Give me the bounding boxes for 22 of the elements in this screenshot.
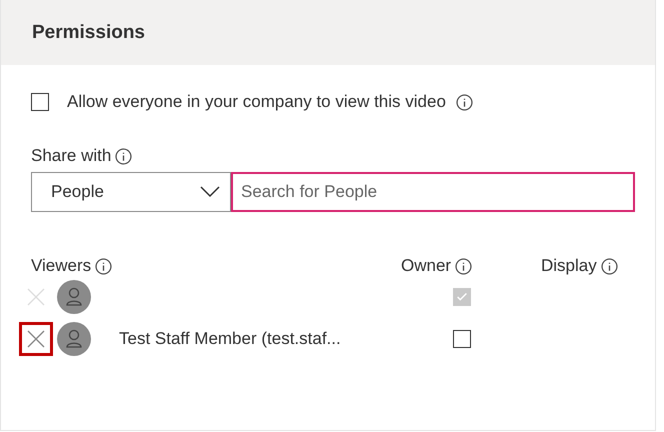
checkbox[interactable] [31,93,49,111]
column-header: Display [541,256,597,276]
chevron-down-icon [200,186,220,198]
column-header: Owner [401,256,452,276]
info-icon[interactable] [115,148,132,164]
remove-button[interactable] [19,322,53,356]
checkbox-label: Allow everyone in your company to view this video [67,92,446,112]
info-icon[interactable] [455,258,472,274]
close-icon [26,287,46,307]
close-icon [26,329,46,349]
column-header: Viewers [31,256,92,276]
avatar-icon [57,280,91,314]
viewer-name: Test Staff Member (test.staf... [119,329,341,349]
info-icon[interactable] [456,94,473,110]
search-field[interactable]: Search for People [231,172,635,212]
avatar-icon [57,322,91,356]
share-with-label: Share with [31,146,112,166]
panel-title: Permissions [32,22,145,44]
owner-checkbox[interactable] [453,330,471,348]
info-icon[interactable] [600,258,618,274]
share-type-dropdown[interactable]: People [31,172,231,212]
info-icon[interactable] [95,258,112,274]
